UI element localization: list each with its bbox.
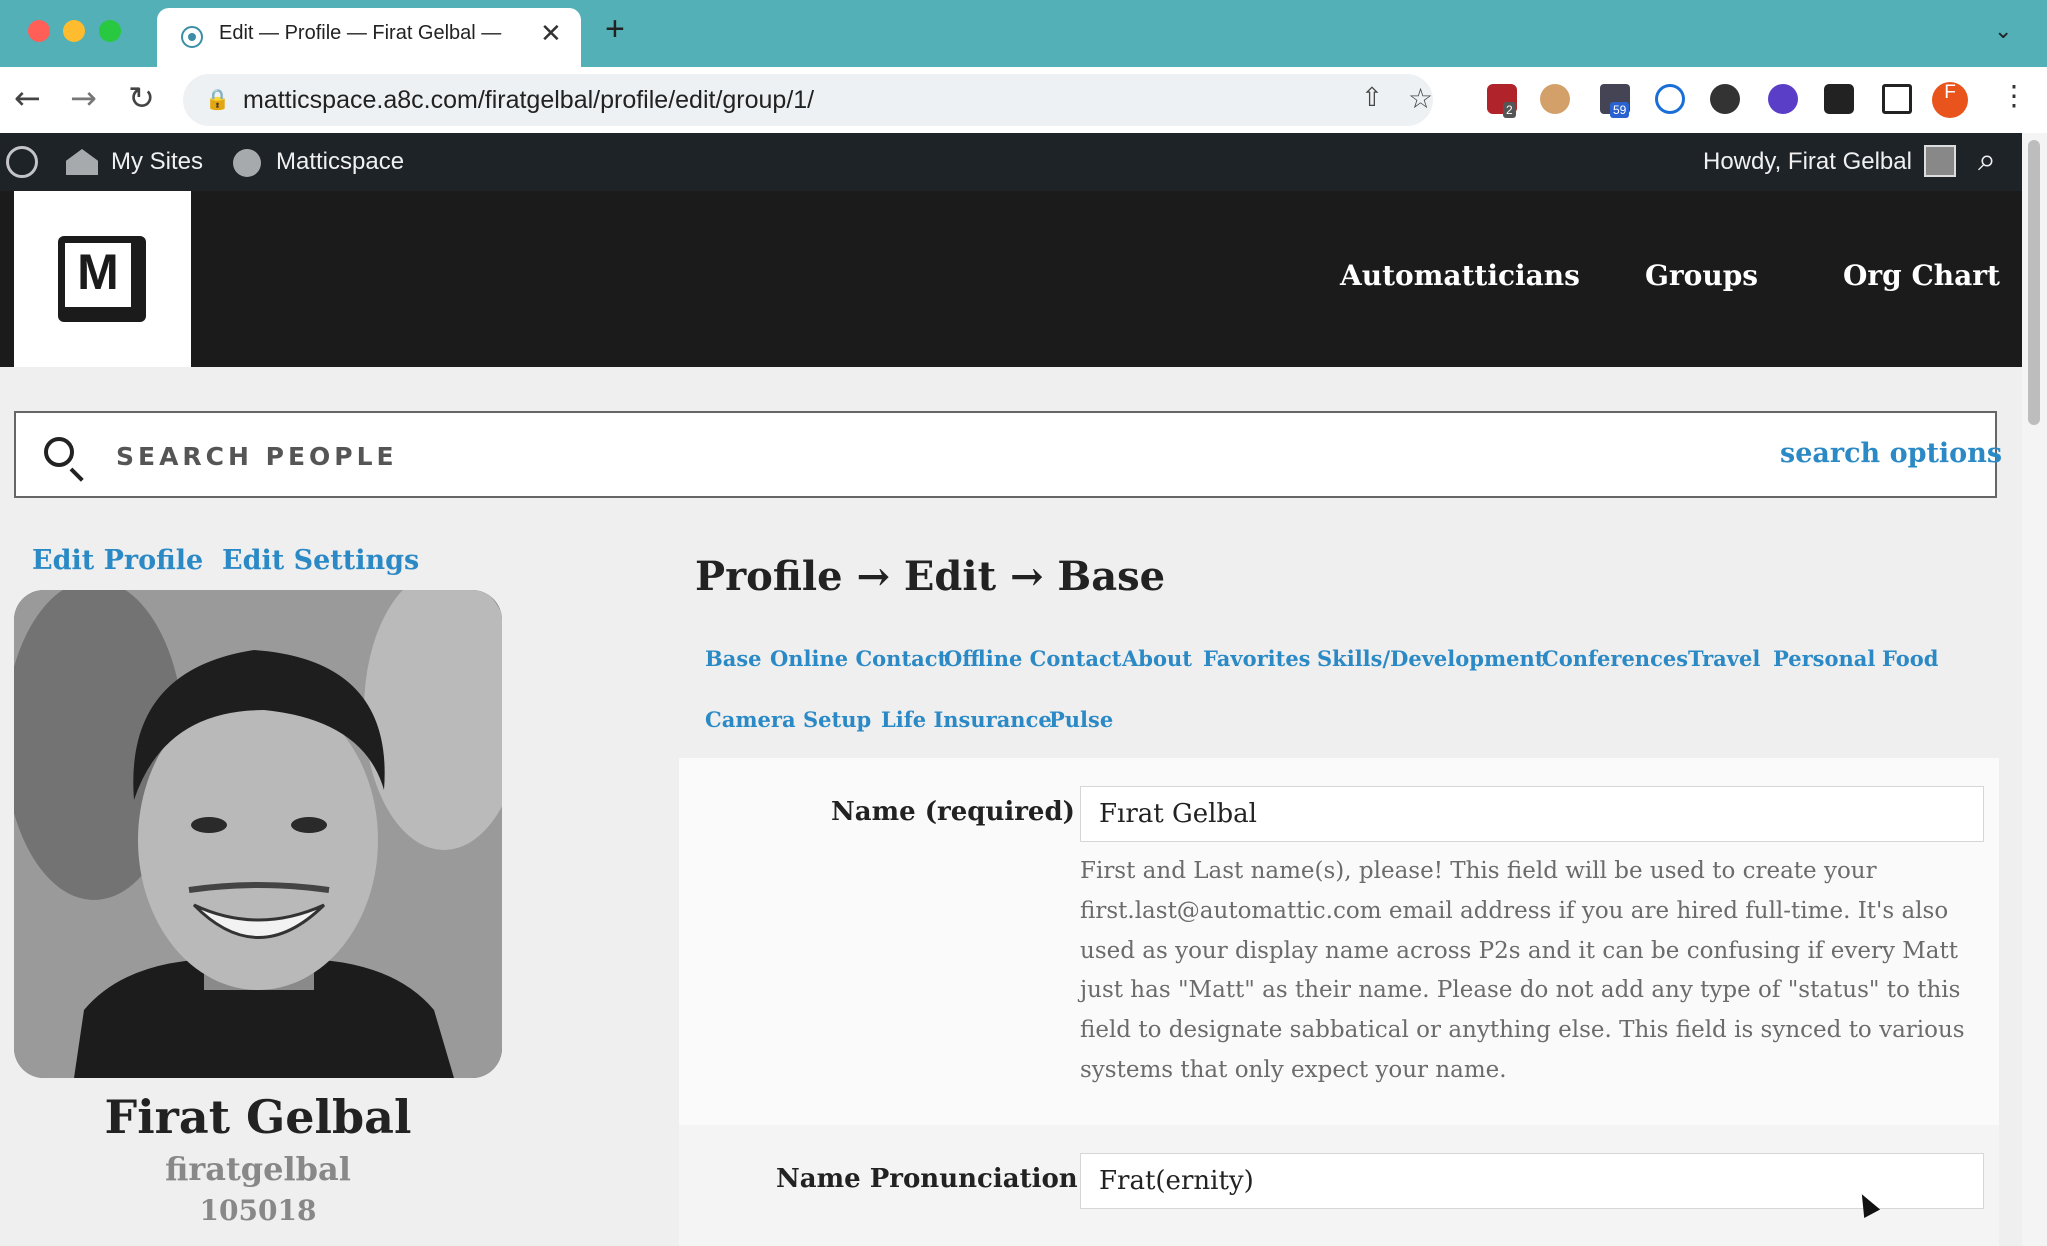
share-icon[interactable]: ⇧ bbox=[1361, 83, 1383, 113]
tab-pulse[interactable]: Pulse bbox=[1049, 707, 1113, 732]
pronunciation-input[interactable] bbox=[1080, 1153, 1984, 1209]
wordpress-logo-icon[interactable] bbox=[6, 146, 38, 178]
tab-offline-contact[interactable]: Offline Contact bbox=[944, 646, 1121, 671]
profile-avatar[interactable]: F bbox=[1932, 82, 1968, 118]
search-icon bbox=[44, 437, 74, 467]
tab-search-chevron-icon[interactable]: ⌄ bbox=[1994, 18, 2012, 44]
people-search-bar: search options bbox=[14, 411, 2002, 498]
my-sites-link[interactable]: My Sites bbox=[111, 148, 203, 176]
logo-letter: M bbox=[77, 244, 119, 300]
site-name-link[interactable]: Matticspace bbox=[276, 148, 404, 176]
name-help-text: First and Last name(s), please! This fie… bbox=[1080, 858, 1965, 1083]
howdy-user-link[interactable]: Howdy, Firat Gelbal bbox=[1703, 148, 1912, 176]
bookmark-star-icon[interactable]: ☆ bbox=[1408, 82, 1433, 115]
tab-base[interactable]: Base bbox=[705, 646, 762, 671]
tab-close-icon[interactable]: ✕ bbox=[540, 18, 562, 49]
aperture-extension-icon[interactable] bbox=[1710, 84, 1740, 114]
page-title: Profile → Edit → Base bbox=[695, 553, 1166, 600]
nav-groups[interactable]: Groups bbox=[1645, 259, 1758, 292]
browser-menu-icon[interactable]: ⋮ bbox=[2000, 79, 2028, 112]
name-input[interactable] bbox=[1080, 786, 1984, 842]
wp-admin-bar: My Sites Matticspace Howdy, Firat Gelbal… bbox=[0, 133, 2047, 191]
profile-photo bbox=[14, 590, 502, 1078]
tab-title: Edit — Profile — Firat Gelbal — bbox=[219, 22, 502, 44]
name-field-label: Name (required) bbox=[831, 797, 1075, 827]
tab-travel[interactable]: Travel bbox=[1688, 646, 1760, 671]
browser-tab[interactable]: Edit — Profile — Firat Gelbal — ✕ bbox=[157, 8, 581, 67]
browser-tab-bar: Edit — Profile — Firat Gelbal — ✕ + ⌄ bbox=[0, 0, 2047, 67]
profile-user-id: 105018 bbox=[199, 1194, 317, 1227]
site-header: M Automatticians Groups Org Chart bbox=[0, 191, 2022, 367]
new-tab-button[interactable]: + bbox=[605, 10, 625, 49]
edit-profile-link[interactable]: Edit Profile bbox=[32, 545, 203, 576]
my-sites-icon[interactable] bbox=[66, 149, 98, 175]
ublock-extension-icon[interactable]: 2 bbox=[1487, 84, 1517, 118]
gear-extension-icon[interactable] bbox=[1540, 84, 1570, 114]
pronunciation-field-label: Name Pronunciation bbox=[776, 1164, 1078, 1194]
zoom-window-button[interactable] bbox=[99, 20, 121, 42]
portrait-illustration bbox=[14, 590, 502, 1078]
search-icon[interactable]: ⌕ bbox=[1978, 141, 1996, 179]
nav-org-chart[interactable]: Org Chart bbox=[1843, 259, 2000, 292]
tab-food[interactable]: Food bbox=[1882, 646, 1938, 671]
url-text[interactable]: matticspace.a8c.com/firatgelbal/profile/… bbox=[243, 86, 814, 115]
extensions-puzzle-icon[interactable] bbox=[1824, 84, 1854, 114]
edit-settings-link[interactable]: Edit Settings bbox=[222, 545, 419, 576]
profile-username: firatgelbal bbox=[165, 1150, 351, 1188]
reload-button[interactable]: ↻ bbox=[128, 79, 155, 117]
tab-camera[interactable]: Camera bbox=[705, 707, 796, 732]
site-logo[interactable]: M bbox=[14, 191, 191, 367]
tab-online-contact[interactable]: Online Contact bbox=[770, 646, 947, 671]
tab-conferences[interactable]: Conferences bbox=[1542, 646, 1688, 671]
tab-about[interactable]: About bbox=[1122, 646, 1192, 671]
minimize-window-button[interactable] bbox=[63, 20, 85, 42]
tab-personal[interactable]: Personal bbox=[1773, 646, 1875, 671]
password-manager-icon[interactable] bbox=[1655, 84, 1685, 114]
extension-badge: 2 bbox=[1503, 102, 1516, 118]
forward-button[interactable]: → bbox=[70, 79, 97, 117]
user-avatar[interactable] bbox=[1924, 145, 1956, 177]
address-bar[interactable]: 🔒 matticspace.a8c.com/firatgelbal/profil… bbox=[183, 74, 1433, 126]
search-people-input[interactable] bbox=[114, 429, 1318, 483]
profile-full-name: Firat Gelbal bbox=[104, 1090, 412, 1144]
side-panel-icon[interactable] bbox=[1882, 84, 1912, 114]
lock-icon[interactable]: 🔒 bbox=[205, 87, 230, 111]
search-options-link[interactable]: search options bbox=[1780, 438, 2002, 469]
tab-favorites[interactable]: Favorites bbox=[1203, 646, 1311, 671]
dashboard-palette-icon[interactable] bbox=[233, 149, 261, 177]
tab-skills-development[interactable]: Skills/Development bbox=[1317, 646, 1545, 671]
browser-toolbar: ← → ↻ 🔒 matticspace.a8c.com/firatgelbal/… bbox=[0, 67, 2047, 134]
nav-automatticians[interactable]: Automatticians bbox=[1340, 259, 1580, 292]
extension-badge: 59 bbox=[1610, 102, 1630, 118]
site-favicon-icon bbox=[181, 26, 203, 48]
smiley-extension-icon[interactable] bbox=[1768, 84, 1798, 114]
close-window-button[interactable] bbox=[28, 20, 50, 42]
calendar-extension-icon[interactable]: 59 bbox=[1600, 84, 1630, 118]
matticspace-logo-icon: M bbox=[58, 236, 146, 322]
tab-life-insurance[interactable]: Life Insurance bbox=[881, 707, 1052, 732]
tab-setup[interactable]: Setup bbox=[803, 707, 871, 732]
page-scrollbar-thumb[interactable] bbox=[2028, 140, 2040, 425]
back-button[interactable]: ← bbox=[14, 79, 41, 117]
